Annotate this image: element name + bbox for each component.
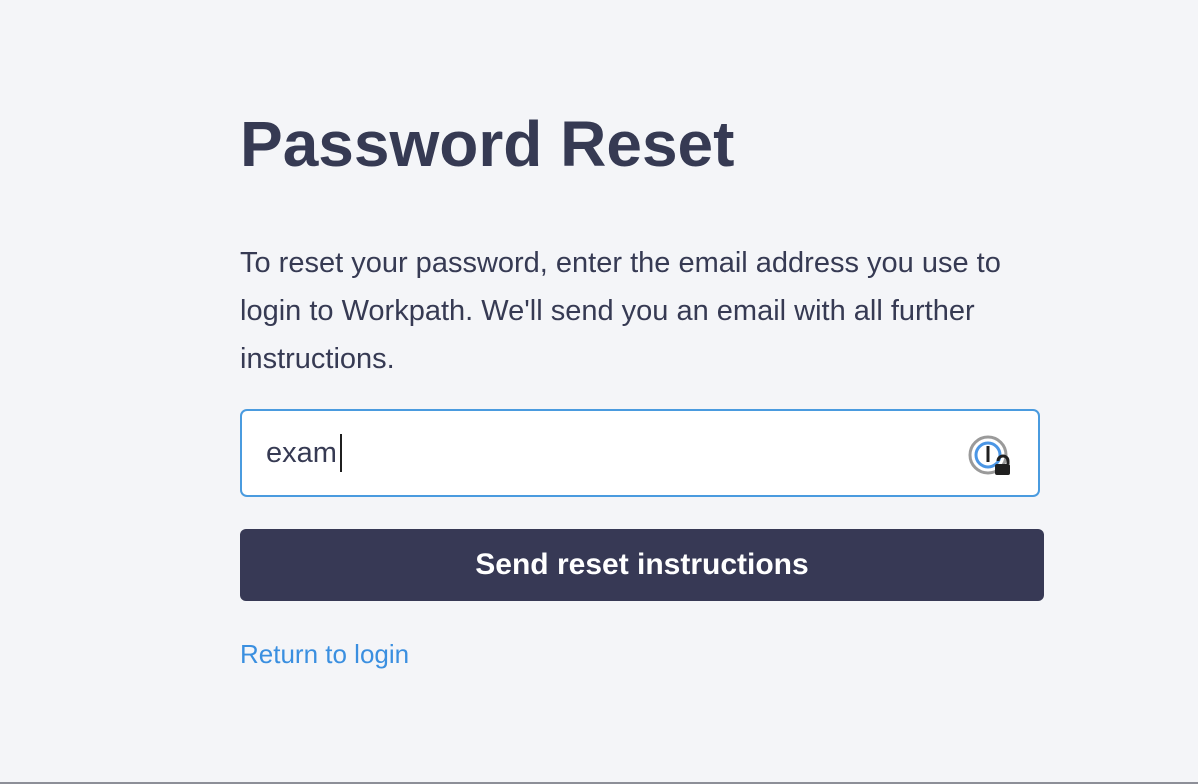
text-cursor (340, 434, 342, 472)
reset-form-container: Password Reset To reset your password, e… (240, 104, 1044, 671)
password-reset-page: Password Reset To reset your password, e… (0, 0, 1198, 784)
send-reset-instructions-button[interactable]: Send reset instructions (240, 529, 1044, 601)
page-title: Password Reset (240, 108, 735, 180)
instructions-text: To reset your password, enter the email … (240, 247, 1001, 375)
email-field-wrapper (240, 409, 1040, 497)
password-manager-lock-icon[interactable] (966, 431, 1016, 481)
email-input[interactable] (242, 411, 1038, 495)
return-to-login-link[interactable]: Return to login (240, 637, 409, 671)
